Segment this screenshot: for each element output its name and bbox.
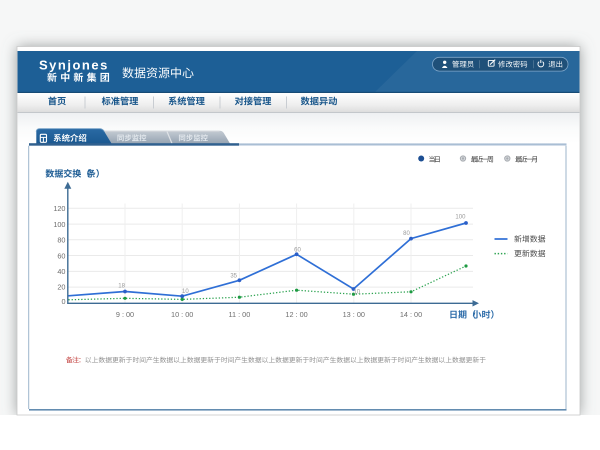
svg-text:35: 35	[230, 274, 237, 280]
svg-text:60: 60	[57, 251, 65, 260]
svg-text:0: 0	[61, 297, 65, 306]
svg-text:120: 120	[53, 204, 65, 213]
svg-text:10: 10	[182, 289, 189, 295]
svg-text:80: 80	[403, 231, 410, 237]
svg-text:60: 60	[294, 248, 301, 254]
svg-text:100: 100	[455, 215, 466, 221]
svg-text:9 : 00: 9 : 00	[116, 310, 134, 319]
svg-text:18: 18	[118, 284, 125, 290]
svg-text:10 : 00: 10 : 00	[171, 310, 193, 319]
svg-text:10: 10	[353, 290, 360, 296]
svg-text:20: 20	[57, 283, 65, 292]
svg-text:11 : 00: 11 : 00	[229, 310, 251, 319]
svg-text:14 : 00: 14 : 00	[400, 310, 422, 319]
svg-text:80: 80	[57, 236, 65, 245]
svg-text:40: 40	[57, 267, 65, 276]
svg-text:100: 100	[53, 220, 65, 229]
svg-text:Synjones: Synjones	[39, 57, 109, 72]
svg-text:13 : 00: 13 : 00	[343, 310, 365, 319]
svg-text:12 : 00: 12 : 00	[285, 310, 307, 319]
